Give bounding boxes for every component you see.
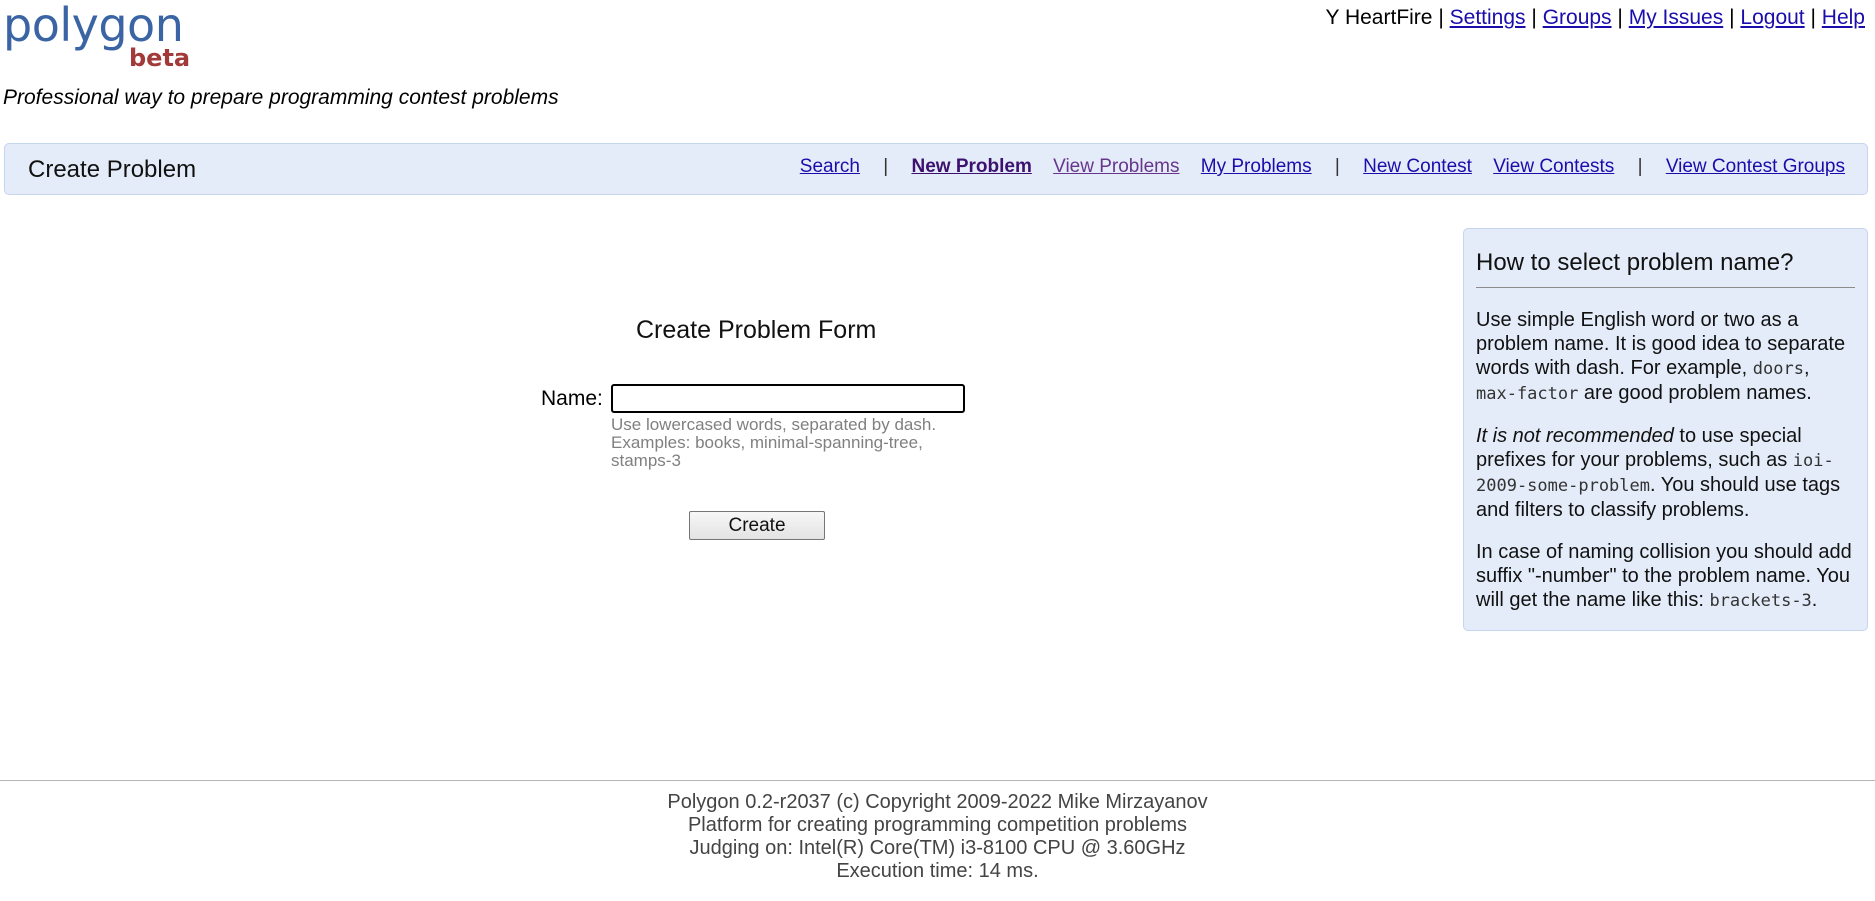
nav-separator: | — [1617, 6, 1623, 29]
search-link[interactable]: Search — [800, 156, 860, 177]
nav-separator: | — [1729, 6, 1735, 29]
menu-separator: | — [1637, 156, 1643, 177]
sidebar-paragraph: It is not recommended to use special pre… — [1476, 424, 1855, 522]
section-menu: Search | New Problem View Problems My Pr… — [792, 156, 1853, 178]
form-title: Create Problem Form — [636, 316, 877, 344]
section-menu-bar: Create Problem Search | New Problem View… — [4, 143, 1868, 195]
menu-separator: | — [1334, 156, 1340, 177]
logo-beta-badge: beta — [129, 44, 191, 72]
sidebar-text: are good problem names. — [1578, 382, 1812, 404]
footer-divider — [0, 780, 1875, 781]
current-user: Y HeartFire — [1325, 6, 1433, 29]
nav-separator: | — [1810, 6, 1816, 29]
groups-link[interactable]: Groups — [1543, 6, 1612, 29]
sidebar-paragraph: In case of naming collision you should a… — [1476, 540, 1855, 613]
view-contest-groups-link[interactable]: View Contest Groups — [1666, 156, 1845, 177]
nav-separator: | — [1438, 6, 1444, 29]
footer-copyright: Polygon 0.2-r2037 (c) Copyright 2009-202… — [667, 791, 1208, 813]
example-code: max-factor — [1476, 384, 1579, 404]
sidebar-paragraph: Use simple English word or two as a prob… — [1476, 308, 1855, 406]
sidebar-text: . — [1811, 589, 1818, 611]
new-contest-link[interactable]: New Contest — [1363, 156, 1472, 177]
sidebar-title: How to select problem name? — [1476, 249, 1855, 288]
footer-execution-time: Execution time: 14 ms. — [836, 860, 1039, 882]
example-code: brackets-3 — [1709, 591, 1812, 611]
settings-link[interactable]: Settings — [1450, 6, 1526, 29]
top-navigation: Y HeartFire | Settings | Groups | My Iss… — [1326, 6, 1866, 30]
my-issues-link[interactable]: My Issues — [1629, 6, 1724, 29]
my-problems-link[interactable]: My Problems — [1201, 156, 1312, 177]
sidebar-text: , — [1803, 357, 1810, 379]
tagline: Professional way to prepare programming … — [3, 86, 559, 109]
view-contests-link[interactable]: View Contests — [1493, 156, 1614, 177]
new-problem-link[interactable]: New Problem — [911, 156, 1031, 177]
sidebar-emphasis: It is not recommended — [1476, 425, 1674, 447]
footer-platform: Platform for creating programming compet… — [687, 814, 1188, 836]
nav-separator: | — [1531, 6, 1537, 29]
name-label: Name: — [541, 387, 603, 410]
polygon-logo[interactable]: polygon beta — [3, 0, 191, 72]
menu-separator: | — [883, 156, 889, 177]
view-problems-link[interactable]: View Problems — [1053, 156, 1179, 177]
footer-judging: Judging on: Intel(R) Core(TM) i3-8100 CP… — [689, 837, 1186, 859]
problem-name-input[interactable] — [611, 384, 965, 413]
logout-link[interactable]: Logout — [1740, 6, 1804, 29]
help-link[interactable]: Help — [1822, 6, 1865, 29]
logo-word: polygon — [3, 0, 184, 52]
create-button[interactable]: Create — [689, 511, 825, 540]
name-hint: Use lowercased words, separated by dash.… — [611, 415, 937, 470]
footer: Polygon 0.2-r2037 (c) Copyright 2009-202… — [0, 791, 1875, 883]
example-code: doors — [1752, 359, 1804, 379]
help-sidebar: How to select problem name? Use simple E… — [1463, 228, 1868, 631]
page-title: Create Problem — [28, 156, 197, 183]
